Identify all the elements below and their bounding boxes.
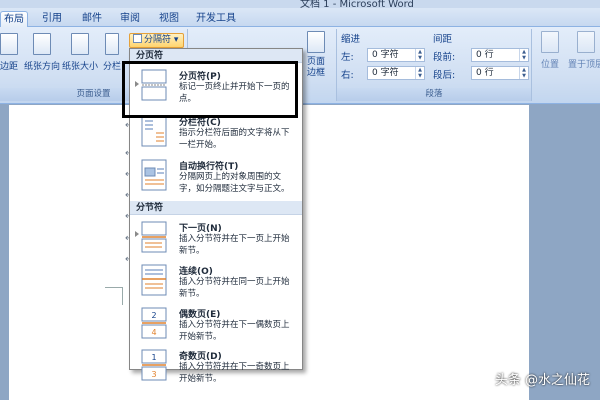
columns-icon [105, 33, 119, 55]
text-wrapping-break-icon [141, 159, 167, 191]
spacing-after-label: 段后: [433, 70, 456, 81]
orientation-label: 纸张方向 [24, 62, 61, 72]
columns-label: 分栏 [102, 62, 121, 72]
columns-button[interactable]: 分栏 [100, 33, 124, 72]
spacing-before-label: 段前: [433, 52, 456, 63]
page-border-label: 页面边框 [306, 57, 325, 78]
margin-corner-mark [105, 287, 123, 305]
spacing-before-input[interactable]: 0 行 ▲ ▼ [471, 48, 529, 62]
margins-label: 边距 [0, 62, 18, 72]
menu-item-next-page[interactable]: 下一页(N) 插入分节符并在下一页上开始新节。 [130, 221, 302, 261]
window-title: 文档 1 - Microsoft Word [300, 0, 414, 8]
page-border-button[interactable]: 页面边框 [302, 31, 330, 79]
spinner-arrows-icon[interactable]: ▲ ▼ [519, 67, 528, 79]
menu-item-continuous[interactable]: 连续(O) 插入分节符并在同一页上开始新节。 [130, 264, 302, 304]
orientation-icon [33, 33, 51, 55]
svg-text:2: 2 [151, 311, 156, 320]
column-break-icon [141, 115, 167, 147]
indent-right-label: 右: [341, 70, 354, 81]
svg-text:1: 1 [151, 353, 156, 362]
orientation-button[interactable]: 纸张方向 [24, 33, 60, 72]
odd-page-icon: 1 3 [141, 349, 167, 381]
tab-review[interactable]: 审阅 [116, 11, 144, 27]
page-border-icon [307, 31, 325, 53]
menu-item-odd-page[interactable]: 1 3 奇数页(D) 插入分节符并在下一奇数页上开始新节。 [130, 349, 302, 384]
indent-left-input[interactable]: 0 字符 ▲ ▼ [367, 48, 425, 62]
spinner-arrows-icon[interactable]: ▲ ▼ [415, 67, 424, 79]
tab-layout[interactable]: 布局 [0, 11, 28, 27]
paper-size-icon [71, 33, 89, 55]
tab-references[interactable]: 引用 [38, 11, 66, 27]
paragraph-group-label: 段落 [337, 88, 531, 101]
ribbon-tab-bar: 布局 引用 邮件 审阅 视图 开发工具 [0, 8, 600, 27]
indent-title: 缩进 [341, 34, 361, 45]
bring-front-label: 置于顶层 [567, 60, 600, 70]
menu-item-desc: 插入分节符并在下一偶数页上开始新节。 [179, 320, 290, 342]
menu-item-text-wrapping-break[interactable]: 自动换行符(T) 分隔网页上的对象周围的文字，如分隔题注文字与正文。 [130, 159, 302, 199]
position-label: 位置 [540, 60, 559, 70]
next-page-icon [141, 221, 167, 253]
size-label: 纸张大小 [62, 62, 99, 72]
margins-icon [0, 33, 18, 55]
indent-left-label: 左: [341, 52, 354, 63]
menu-item-desc: 分隔网页上的对象周围的文字，如分隔题注文字与正文。 [179, 172, 290, 194]
tab-mailings[interactable]: 邮件 [78, 11, 106, 27]
title-bar: 文档 1 - Microsoft Word [0, 0, 600, 8]
menu-item-desc: 指示分栏符后面的文字将从下一栏开始。 [179, 128, 290, 150]
section-breaks-header: 分节符 [130, 201, 302, 215]
menu-item-even-page[interactable]: 2 4 偶数页(E) 插入分节符并在下一偶数页上开始新节。 [130, 307, 302, 347]
paragraph-group: 缩进 左: 0 字符 ▲ ▼ 右: 0 字符 ▲ ▼ 间距 段前: 0 行 ▲ ▼ 段… [336, 29, 532, 101]
even-page-icon: 2 4 [141, 307, 167, 339]
menu-item-desc: 插入分节符并在下一奇数页上开始新节。 [179, 362, 290, 384]
spinner-arrows-icon[interactable]: ▲ ▼ [519, 49, 528, 61]
position-button[interactable]: 位置 [536, 31, 564, 70]
breaks-label: 分隔符 [144, 35, 172, 45]
bring-front-button[interactable]: 置于顶层 [566, 31, 600, 70]
spacing-title: 间距 [433, 34, 453, 45]
margins-button[interactable]: 边距 [0, 33, 24, 72]
menu-item-desc: 插入分节符并在下一页上开始新节。 [179, 234, 290, 256]
breaks-icon [133, 34, 142, 43]
svg-text:3: 3 [151, 370, 156, 379]
breaks-button[interactable]: 分隔符 ▾ [129, 33, 184, 48]
position-icon [541, 31, 559, 53]
tab-view[interactable]: 视图 [155, 11, 183, 27]
menu-item-column-break[interactable]: 分栏符(C) 指示分栏符后面的文字将从下一栏开始。 [130, 115, 302, 155]
tab-developer[interactable]: 开发工具 [192, 11, 240, 27]
pointer-icon [135, 231, 139, 237]
watermark-text: 头条 @水之仙花 [494, 373, 590, 388]
bring-front-icon [577, 31, 595, 53]
menu-item-desc: 插入分节符并在同一页上开始新节。 [179, 277, 290, 299]
highlight-annotation-box [122, 61, 298, 118]
continuous-icon [141, 264, 167, 296]
size-button[interactable]: 纸张大小 [62, 33, 98, 72]
svg-text:4: 4 [151, 328, 156, 337]
spinner-arrows-icon[interactable]: ▲ ▼ [415, 49, 424, 61]
spacing-after-input[interactable]: 0 行 ▲ ▼ [471, 66, 529, 80]
indent-right-input[interactable]: 0 字符 ▲ ▼ [367, 66, 425, 80]
